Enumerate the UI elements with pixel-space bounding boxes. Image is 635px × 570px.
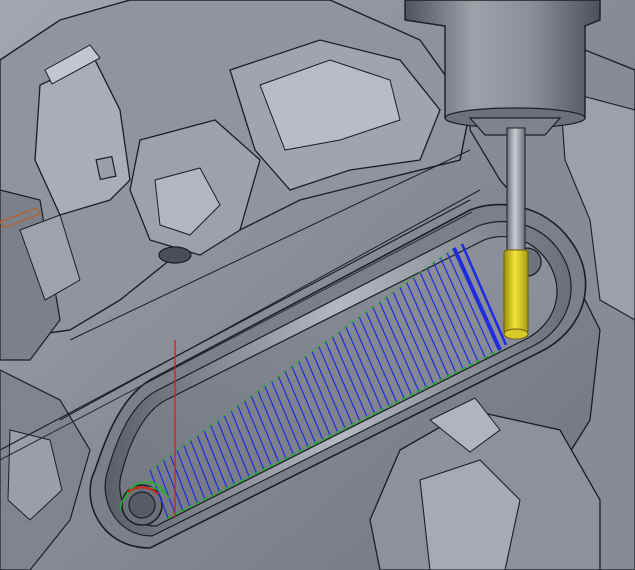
tool-flute (503, 249, 529, 335)
cam-3d-viewport[interactable] (0, 0, 635, 570)
part-model-canvas[interactable] (0, 0, 635, 570)
end-mill-icon (503, 127, 529, 340)
tool-shank (506, 127, 526, 253)
small-hole (158, 246, 192, 264)
small-square-feature (95, 155, 117, 181)
tool-tip (503, 328, 529, 340)
pocket-end-hole-inner (128, 491, 156, 519)
